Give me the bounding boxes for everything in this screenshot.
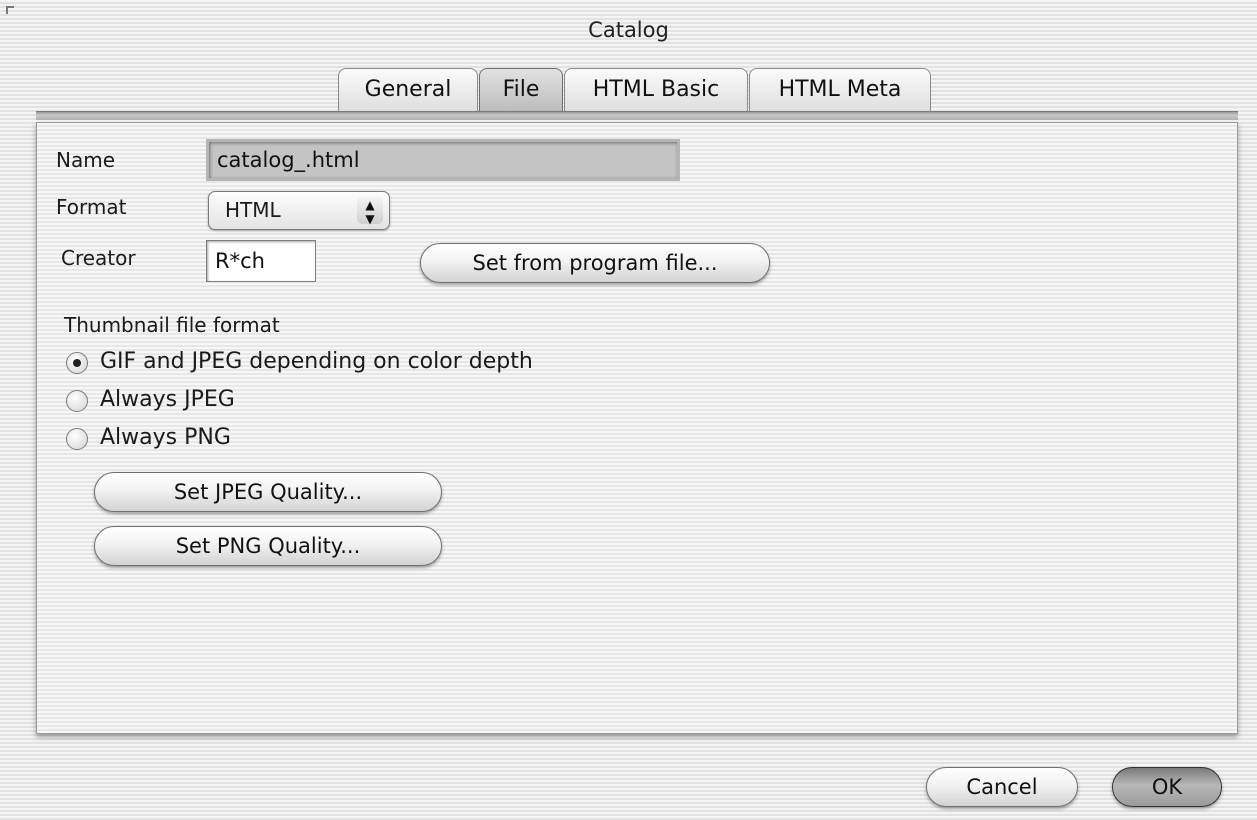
window-corner-mark xyxy=(6,6,14,14)
creator-field[interactable] xyxy=(206,240,316,282)
name-label: Name xyxy=(56,148,116,172)
radio-selected-icon xyxy=(66,352,88,374)
tab-html-basic[interactable]: HTML Basic xyxy=(564,68,748,114)
name-field[interactable] xyxy=(206,139,680,181)
tab-divider xyxy=(36,111,1238,120)
radio-label-gif-jpeg: GIF and JPEG depending on color depth xyxy=(100,349,533,374)
format-popup-value: HTML xyxy=(225,198,281,222)
set-png-quality-button[interactable]: Set PNG Quality... xyxy=(94,526,442,566)
window-title: Catalog xyxy=(588,18,669,42)
format-popup[interactable]: HTML ▲ ▼ xyxy=(208,191,390,230)
tab-file[interactable]: File xyxy=(479,68,563,114)
set-from-program-file-button[interactable]: Set from program file... xyxy=(420,243,770,283)
radio-unselected-icon xyxy=(66,390,88,412)
radio-label-always-png: Always PNG xyxy=(100,425,231,450)
format-label: Format xyxy=(56,195,127,219)
thumbnail-format-heading: Thumbnail file format xyxy=(64,313,280,337)
tab-html-meta[interactable]: HTML Meta xyxy=(749,68,931,114)
creator-label: Creator xyxy=(61,246,136,270)
cancel-button[interactable]: Cancel xyxy=(926,767,1078,807)
ok-button[interactable]: OK xyxy=(1112,767,1222,807)
radio-label-always-jpeg: Always JPEG xyxy=(100,387,235,412)
up-down-arrows-icon: ▲ ▼ xyxy=(357,197,383,225)
radio-unselected-icon xyxy=(66,428,88,450)
set-jpeg-quality-button[interactable]: Set JPEG Quality... xyxy=(94,472,442,512)
tab-general[interactable]: General xyxy=(338,68,478,114)
